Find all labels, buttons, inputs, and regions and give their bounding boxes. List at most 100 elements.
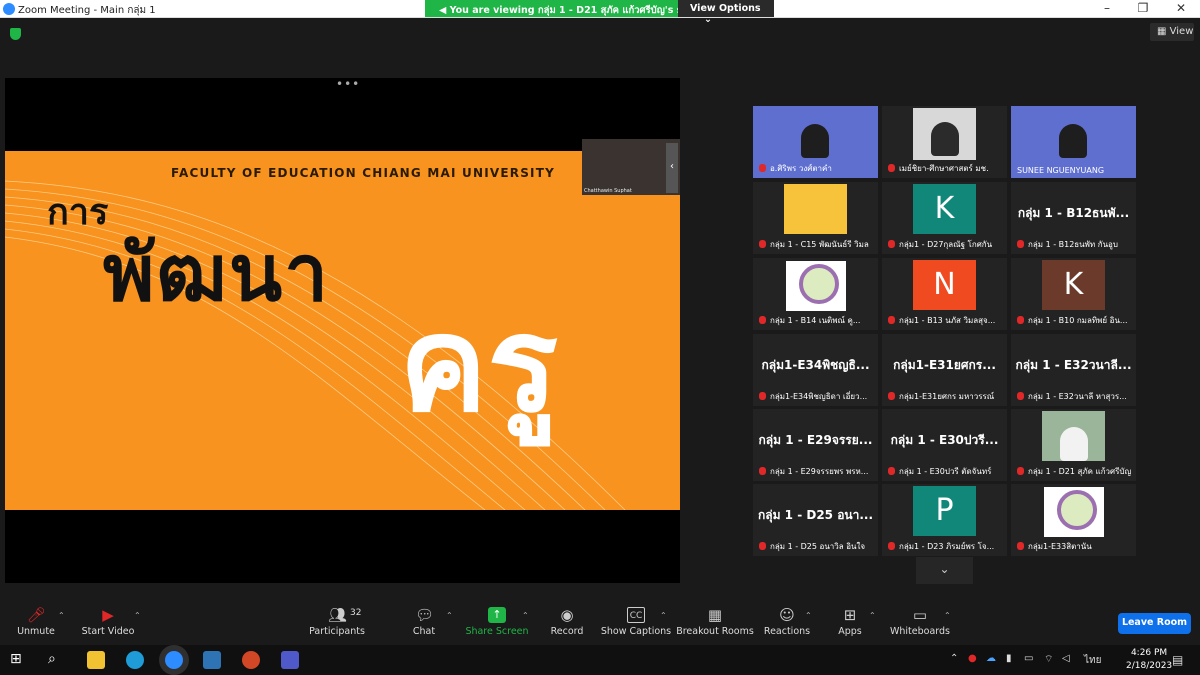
apps-icon: ⊞ bbox=[843, 606, 857, 624]
mic-muted-icon bbox=[759, 542, 766, 550]
thumbnail-name: Chatthawin Suphat bbox=[584, 188, 632, 194]
mic-muted-icon bbox=[888, 164, 895, 172]
slide-word-3: ครู bbox=[399, 288, 559, 442]
participant-tile[interactable]: SUNEE NGUENYUANG bbox=[1011, 106, 1136, 178]
mic-muted-icon bbox=[759, 316, 766, 324]
participant-name: SUNEE NGUENYUANG bbox=[1017, 166, 1133, 175]
reactions-icon: ☺ bbox=[779, 606, 795, 624]
participant-tile[interactable]: กลุ่ม 1 - E32วนาลี... กลุ่ม 1 - E32วนาลี … bbox=[1011, 334, 1136, 406]
mic-muted-icon bbox=[888, 467, 895, 475]
zoom-window: Zoom Meeting - Main กลุ่ม 1 ◀ You are vi… bbox=[0, 0, 1200, 675]
participant-tile[interactable]: กลุ่ม 1 - D25 อนา... กลุ่ม 1 - D25 อนาวิล… bbox=[753, 484, 878, 556]
viewing-banner: ◀ You are viewing กลุ่ม 1 - D21 สุภัค แก… bbox=[425, 0, 678, 17]
participant-display-name: กลุ่ม1-E31ยศกร... bbox=[893, 358, 996, 372]
edge-browser-icon[interactable] bbox=[126, 651, 144, 669]
gallery-scroll-down-button[interactable]: ⌄ bbox=[916, 557, 973, 584]
participant-name: กลุ่ม1-E31ยศกร มหาวรรณ์ bbox=[888, 390, 1004, 403]
presenter-thumbnail[interactable]: Chatthawin Suphat ‹ bbox=[582, 139, 680, 195]
participant-display-name: กลุ่ม 1 - E29จรรย... bbox=[758, 433, 873, 447]
whiteboards-button[interactable]: ▭ Whiteboards bbox=[875, 597, 965, 644]
participant-tile[interactable]: กลุ่ม1-E33สิตานัน bbox=[1011, 484, 1136, 556]
participant-name-text: กลุ่ม1-E33สิตานัน bbox=[1028, 542, 1092, 551]
participant-tile[interactable]: กลุ่ม1-E34พิชญธิ... กลุ่ม1-E34พิชญธิดา เอ… bbox=[753, 334, 878, 406]
participant-name-text: SUNEE NGUENYUANG bbox=[1017, 166, 1105, 175]
participant-tile[interactable]: กลุ่ม 1 - E29จรรย... กลุ่ม 1 - E29จรรยพร … bbox=[753, 409, 878, 481]
captions-options-caret[interactable]: ⌃ bbox=[660, 611, 667, 620]
participant-name-text: กลุ่ม 1 - B14 เนติพณ์ คู... bbox=[770, 316, 861, 325]
meeting-toolbar: 🎤︎ Unmute ⌃ ▶︎ Start Video ⌃ 👥︎ Particip… bbox=[0, 597, 1200, 644]
zoom-taskbar-icon[interactable] bbox=[165, 651, 183, 669]
input-language[interactable]: ไทย bbox=[1084, 653, 1101, 668]
security-shield-icon[interactable] bbox=[10, 28, 21, 40]
search-icon[interactable]: ⌕ bbox=[48, 651, 66, 669]
participant-tile[interactable]: เมย์ชิยา-ศึกษาศาสตร์ มช. bbox=[882, 106, 1007, 178]
mic-muted-icon bbox=[759, 164, 766, 172]
windows-start-icon[interactable]: ⊞ bbox=[10, 651, 28, 669]
presentation-slide: FACULTY OF EDUCATION CHIANG MAI UNIVERSI… bbox=[5, 151, 680, 510]
antivirus-icon[interactable]: ● bbox=[968, 653, 977, 664]
show-captions-button[interactable]: CC Show Captions bbox=[591, 597, 681, 644]
mic-muted-icon bbox=[1017, 316, 1024, 324]
participant-tile[interactable]: กลุ่ม 1 - B14 เนติพณ์ คู... bbox=[753, 258, 878, 330]
clock[interactable]: 4:26 PM 2/18/2023 bbox=[1126, 647, 1172, 673]
participants-label: Participants bbox=[309, 626, 365, 637]
more-options-icon[interactable]: ••• bbox=[336, 77, 360, 91]
view-button[interactable]: ▦ View bbox=[1150, 23, 1194, 41]
maximize-icon[interactable]: ❐ bbox=[1133, 1, 1153, 15]
collapse-thumbnail-icon[interactable]: ‹ bbox=[666, 143, 678, 193]
participant-tile[interactable]: อ.ศิริพร วงศ์ตาคำ bbox=[753, 106, 878, 178]
participant-tile[interactable]: กลุ่ม1-E31ยศกร... กลุ่ม1-E31ยศกร มหาวรรณ์ bbox=[882, 334, 1007, 406]
participant-tile[interactable]: K กลุ่ม1 - D27กุลณัฐ โกศกัน bbox=[882, 182, 1007, 254]
slide-word-1: การ bbox=[47, 192, 109, 233]
wifi-icon[interactable]: ⌔ bbox=[1044, 653, 1053, 666]
participant-tile[interactable]: P กลุ่ม1 - D23 ภิรมย์พร โจ... bbox=[882, 484, 1007, 556]
participant-tile[interactable]: กลุ่ม 1 - B12ธนพั... กลุ่ม 1 - B12ธนพัท ก… bbox=[1011, 182, 1136, 254]
photos-icon[interactable] bbox=[203, 651, 221, 669]
participant-name-text: กลุ่ม 1 - D25 อนาวิล อินใจ bbox=[770, 542, 866, 551]
grid-icon: ▦ bbox=[1157, 26, 1167, 37]
chevron-up-icon[interactable]: ⌃ bbox=[950, 653, 958, 664]
participant-tile[interactable]: K กลุ่ม 1 - B10 กมลทิพย์ อิน... bbox=[1011, 258, 1136, 330]
leave-room-button[interactable]: Leave Room bbox=[1118, 613, 1191, 634]
close-icon[interactable]: ✕ bbox=[1171, 1, 1191, 15]
participant-tile[interactable]: N กลุ่ม1 - B13 นภัส วิมลสุจ... bbox=[882, 258, 1007, 330]
minimize-icon[interactable]: – bbox=[1097, 1, 1117, 15]
slide-header: FACULTY OF EDUCATION CHIANG MAI UNIVERSI… bbox=[171, 166, 555, 180]
microphone-icon[interactable]: ▮ bbox=[1006, 653, 1012, 664]
participant-tile[interactable]: กลุ่ม 1 - C15 พัฒนันธ์รี วิมล bbox=[753, 182, 878, 254]
show-captions-label: Show Captions bbox=[600, 626, 672, 637]
zoom-app-icon bbox=[3, 3, 15, 15]
participant-tile[interactable]: กลุ่ม 1 - E30ปวรี... กลุ่ม 1 - E30ปวรี ตั… bbox=[882, 409, 1007, 481]
file-explorer-icon[interactable] bbox=[87, 651, 105, 669]
video-off-icon: ▶︎ bbox=[102, 606, 114, 624]
participant-name: กลุ่ม 1 - E30ปวรี ตัดจันทร์ bbox=[888, 465, 1004, 478]
participants-count: 32 bbox=[350, 608, 362, 618]
viewing-banner-text: You are viewing กลุ่ม 1 - D21 สุภัค แก้ว… bbox=[449, 5, 678, 16]
profile-photo bbox=[1042, 411, 1105, 461]
powerpoint-icon[interactable] bbox=[242, 651, 260, 669]
view-button-label: View bbox=[1169, 26, 1194, 37]
mic-muted-icon bbox=[759, 392, 766, 400]
teams-icon[interactable] bbox=[281, 651, 299, 669]
volume-icon[interactable]: ◁ bbox=[1062, 653, 1070, 664]
whiteboards-options-caret[interactable]: ⌃ bbox=[944, 611, 951, 620]
participant-name: กลุ่ม1-E33สิตานัน bbox=[1017, 540, 1133, 553]
avatar-initial: N bbox=[913, 260, 976, 310]
onedrive-icon[interactable]: ☁ bbox=[986, 653, 996, 664]
participant-display-name: กลุ่ม 1 - D25 อนา... bbox=[757, 508, 874, 522]
participants-icon: 👥︎ bbox=[328, 606, 348, 624]
avatar-initial: K bbox=[913, 184, 976, 234]
notification-icon[interactable]: ▤ bbox=[1172, 653, 1183, 667]
breakout-rooms-icon: ▦ bbox=[707, 606, 723, 624]
mic-muted-icon bbox=[1017, 392, 1024, 400]
video-options-caret[interactable]: ⌃ bbox=[134, 611, 141, 620]
participant-name-text: กลุ่ม 1 - E29จรรยพร พรห... bbox=[770, 467, 869, 476]
participant-name-text: กลุ่ม1 - B13 นภัส วิมลสุจ... bbox=[899, 316, 996, 325]
start-video-button[interactable]: ▶︎ Start Video bbox=[63, 597, 153, 644]
participant-tile[interactable]: กลุ่ม 1 - D21 สุภัค แก้วศรีบัญ bbox=[1011, 409, 1136, 481]
shared-screen[interactable]: ••• FACULTY OF EDUCATION CHIANG MAI UNIV… bbox=[5, 77, 680, 583]
participants-button[interactable]: 👥︎ Participants bbox=[292, 597, 382, 644]
participant-name-text: กลุ่ม 1 - B12ธนพัท กันอูบ bbox=[1028, 240, 1118, 249]
view-options-button[interactable]: View Options ⌄ bbox=[678, 0, 774, 25]
battery-icon[interactable]: ▭ bbox=[1024, 653, 1033, 664]
